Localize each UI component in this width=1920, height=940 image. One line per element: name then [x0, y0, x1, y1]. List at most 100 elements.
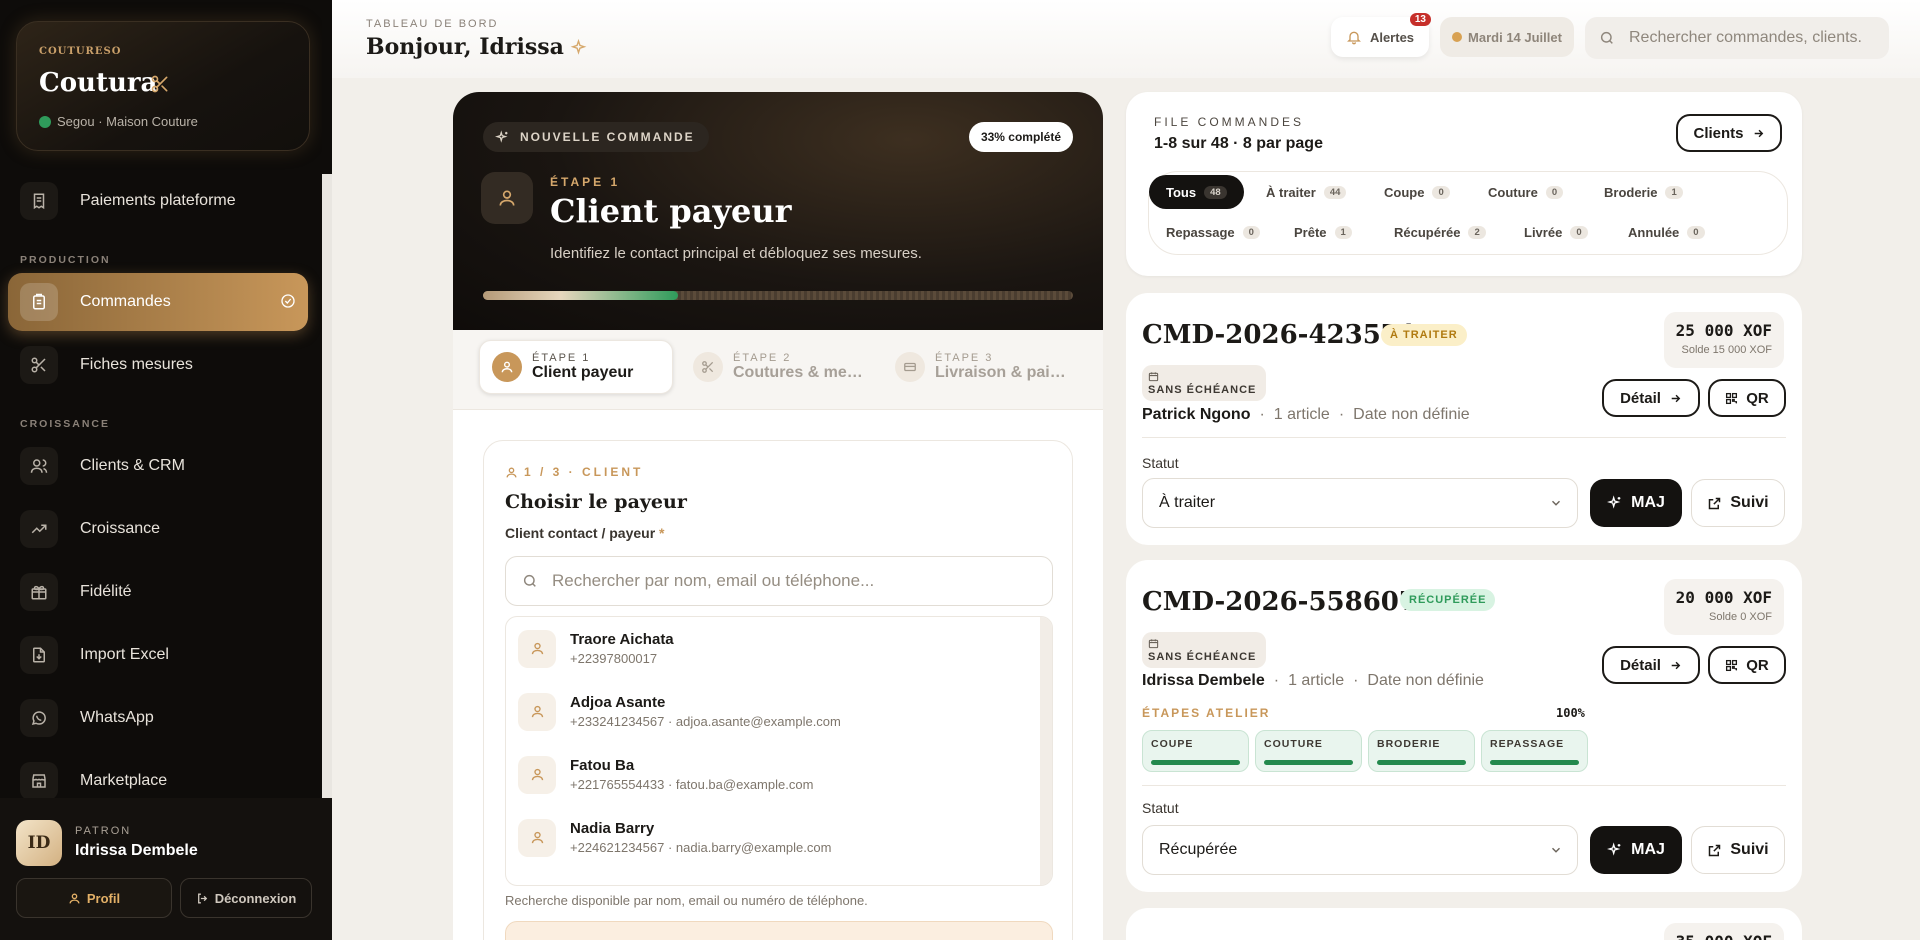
file-import-icon — [20, 636, 58, 674]
client-option[interactable]: Fatou Ba +221765554433 · fatou.ba@example… — [506, 743, 1042, 806]
update-status-button[interactable]: MAJ — [1590, 826, 1682, 874]
stage-progress-bar — [1264, 760, 1353, 765]
tab-tous[interactable]: Tous 48 — [1149, 175, 1244, 209]
status-select-value: À traiter — [1159, 494, 1216, 511]
logout-button[interactable]: Déconnexion — [180, 878, 312, 918]
qr-icon — [1725, 392, 1738, 405]
client-name: Nadia Barry — [570, 820, 655, 837]
detail-button[interactable]: Détail — [1602, 646, 1700, 684]
tab-couture[interactable]: Couture 0 — [1471, 175, 1580, 209]
separator: · — [1338, 406, 1345, 423]
nav-item-label: WhatsApp — [80, 709, 154, 726]
alerts-count-badge: 13 — [1409, 13, 1431, 26]
separator: · — [1273, 672, 1280, 689]
nav-item-fiches-mesures[interactable]: Fiches mesures — [8, 336, 308, 394]
nav-item-import-excel[interactable]: Import Excel — [8, 626, 308, 684]
track-button[interactable]: Suivi — [1691, 826, 1785, 874]
tab-coupe[interactable]: Coupe 0 — [1367, 175, 1467, 209]
step-tab-1[interactable]: ÉTAPE 1 Client payeur — [479, 340, 673, 394]
tab-broderie[interactable]: Broderie 1 — [1587, 175, 1700, 209]
brand-card: COUTURESO Coutura Segou · Maison Couture — [16, 21, 310, 151]
hero-subtitle: Identifiez le contact principal et déblo… — [550, 245, 922, 262]
clients-button[interactable]: Clients — [1676, 114, 1782, 152]
client-option[interactable]: Traore Aichata +22397800017 — [506, 617, 1042, 680]
order-client: Patrick Ngono — [1142, 406, 1251, 423]
tab-prete[interactable]: Prête 1 — [1277, 215, 1369, 249]
tab-annulee[interactable]: Annulée 0 — [1611, 215, 1722, 249]
new-order-chip-label: NOUVELLE COMMANDE — [520, 130, 695, 144]
qr-button[interactable]: QR — [1708, 379, 1786, 417]
separator: · — [1259, 406, 1265, 423]
nav-item-marketplace[interactable]: Marketplace — [8, 752, 308, 798]
step-tab-3[interactable]: ÉTAPE 3Livraison & paiement — [883, 340, 1077, 394]
profile-button[interactable]: Profil — [16, 878, 172, 918]
nav-item-fidelite[interactable]: Fidélité — [8, 563, 308, 621]
stage-label: COUTURE — [1264, 738, 1323, 750]
client-list-scrollbar[interactable] — [1040, 617, 1052, 885]
divider — [1142, 437, 1786, 438]
order-meta: Patrick Ngono · 1 article · Date non définie — [1142, 406, 1470, 424]
client-option[interactable]: Adjoa Asante +233241234567 · adjoa.asante… — [506, 680, 1042, 743]
tab-a-traiter[interactable]: À traiter 44 — [1249, 175, 1363, 209]
nav-item-clients-crm[interactable]: Clients & CRM — [8, 437, 308, 495]
form-kicker-text: 1 / 3 · CLIENT — [524, 465, 644, 479]
global-search[interactable] — [1585, 17, 1889, 59]
order-id: CMD-2026-423571 — [1142, 320, 1417, 350]
nav-item-label: Clients & CRM — [80, 457, 185, 474]
sidebar: COUTURESO Coutura Segou · Maison Couture… — [0, 0, 332, 940]
chevron-down-icon — [1549, 843, 1563, 857]
payer-search-field[interactable] — [505, 556, 1053, 606]
order-amount-box: 20 000 XOF Solde 0 XOF — [1663, 579, 1784, 635]
qr-button[interactable]: QR — [1708, 646, 1786, 684]
atelier-percent: 100% — [1556, 706, 1585, 720]
tab-count: 48 — [1204, 185, 1227, 199]
stage-progress-bar — [1490, 760, 1579, 765]
wizard-progress-bar — [483, 291, 1073, 300]
calendar-icon — [1148, 371, 1266, 382]
tab-recuperee[interactable]: Récupérée 2 — [1377, 215, 1503, 249]
sidebar-scroll-area: COUTURESO Coutura Segou · Maison Couture… — [0, 0, 322, 798]
tab-label: Repassage — [1166, 224, 1235, 240]
nav-item-label: Marketplace — [80, 772, 168, 789]
nav-item-whatsapp[interactable]: WhatsApp — [8, 689, 308, 747]
tab-count: 2 — [1468, 225, 1486, 239]
step-name: Livraison & paiement — [935, 364, 1069, 381]
step-kicker: ÉTAPE 3 — [935, 352, 994, 364]
user-icon — [68, 892, 81, 905]
client-contact: +224621234567 · nadia.barry@example.com — [570, 840, 832, 855]
global-search-input[interactable] — [1629, 29, 1879, 47]
step-tab-2[interactable]: ÉTAPE 2Coutures & mesures — [681, 340, 875, 394]
client-option[interactable]: Nadia Barry +224621234567 · nadia.barry@e… — [506, 806, 1042, 869]
detail-button[interactable]: Détail — [1602, 379, 1700, 417]
sidebar-scrollbar[interactable] — [322, 174, 332, 798]
search-icon — [522, 573, 538, 589]
track-button[interactable]: Suivi — [1691, 479, 1785, 527]
status-select[interactable]: À traiter — [1142, 478, 1578, 528]
logout-label: Déconnexion — [214, 890, 297, 906]
user-icon — [518, 818, 556, 857]
update-status-button[interactable]: MAJ — [1590, 479, 1682, 527]
scissors-icon — [150, 74, 170, 94]
page-kicker: TABLEAU DE BORD — [366, 18, 499, 30]
arrow-right-icon — [1669, 392, 1682, 405]
avatar[interactable]: ID — [16, 820, 62, 866]
status-badge: À TRAITER — [1381, 324, 1467, 346]
payer-search-input[interactable] — [552, 571, 1032, 591]
alerts-button[interactable]: Alertes 13 — [1331, 13, 1431, 57]
user-name: Idrissa Dembele — [75, 842, 198, 859]
tab-repassage[interactable]: Repassage 0 — [1149, 215, 1277, 249]
status-select[interactable]: Récupérée — [1142, 825, 1578, 875]
tab-count: 0 — [1570, 225, 1588, 239]
tab-count: 0 — [1432, 185, 1450, 199]
wizard-hero: NOUVELLE COMMANDE 33% complété ÉTAPE 1 C… — [453, 92, 1103, 330]
atelier-stage: COUTURE — [1255, 730, 1362, 772]
detail-button-label: Détail — [1620, 656, 1661, 674]
payer-field-label-text: Client contact / payeur — [505, 525, 656, 541]
nav-item-paiements[interactable]: Paiements plateforme — [8, 172, 308, 230]
tab-livree[interactable]: Livrée 0 — [1507, 215, 1605, 249]
tab-label: Prête — [1294, 224, 1327, 240]
nav-item-croissance[interactable]: Croissance — [8, 500, 308, 558]
status-filter-tabs: Tous 48 À traiter 44 Coupe 0 Couture 0 Brode… — [1148, 171, 1788, 255]
user-icon — [505, 466, 518, 479]
nav-item-commandes[interactable]: Commandes — [8, 273, 308, 331]
